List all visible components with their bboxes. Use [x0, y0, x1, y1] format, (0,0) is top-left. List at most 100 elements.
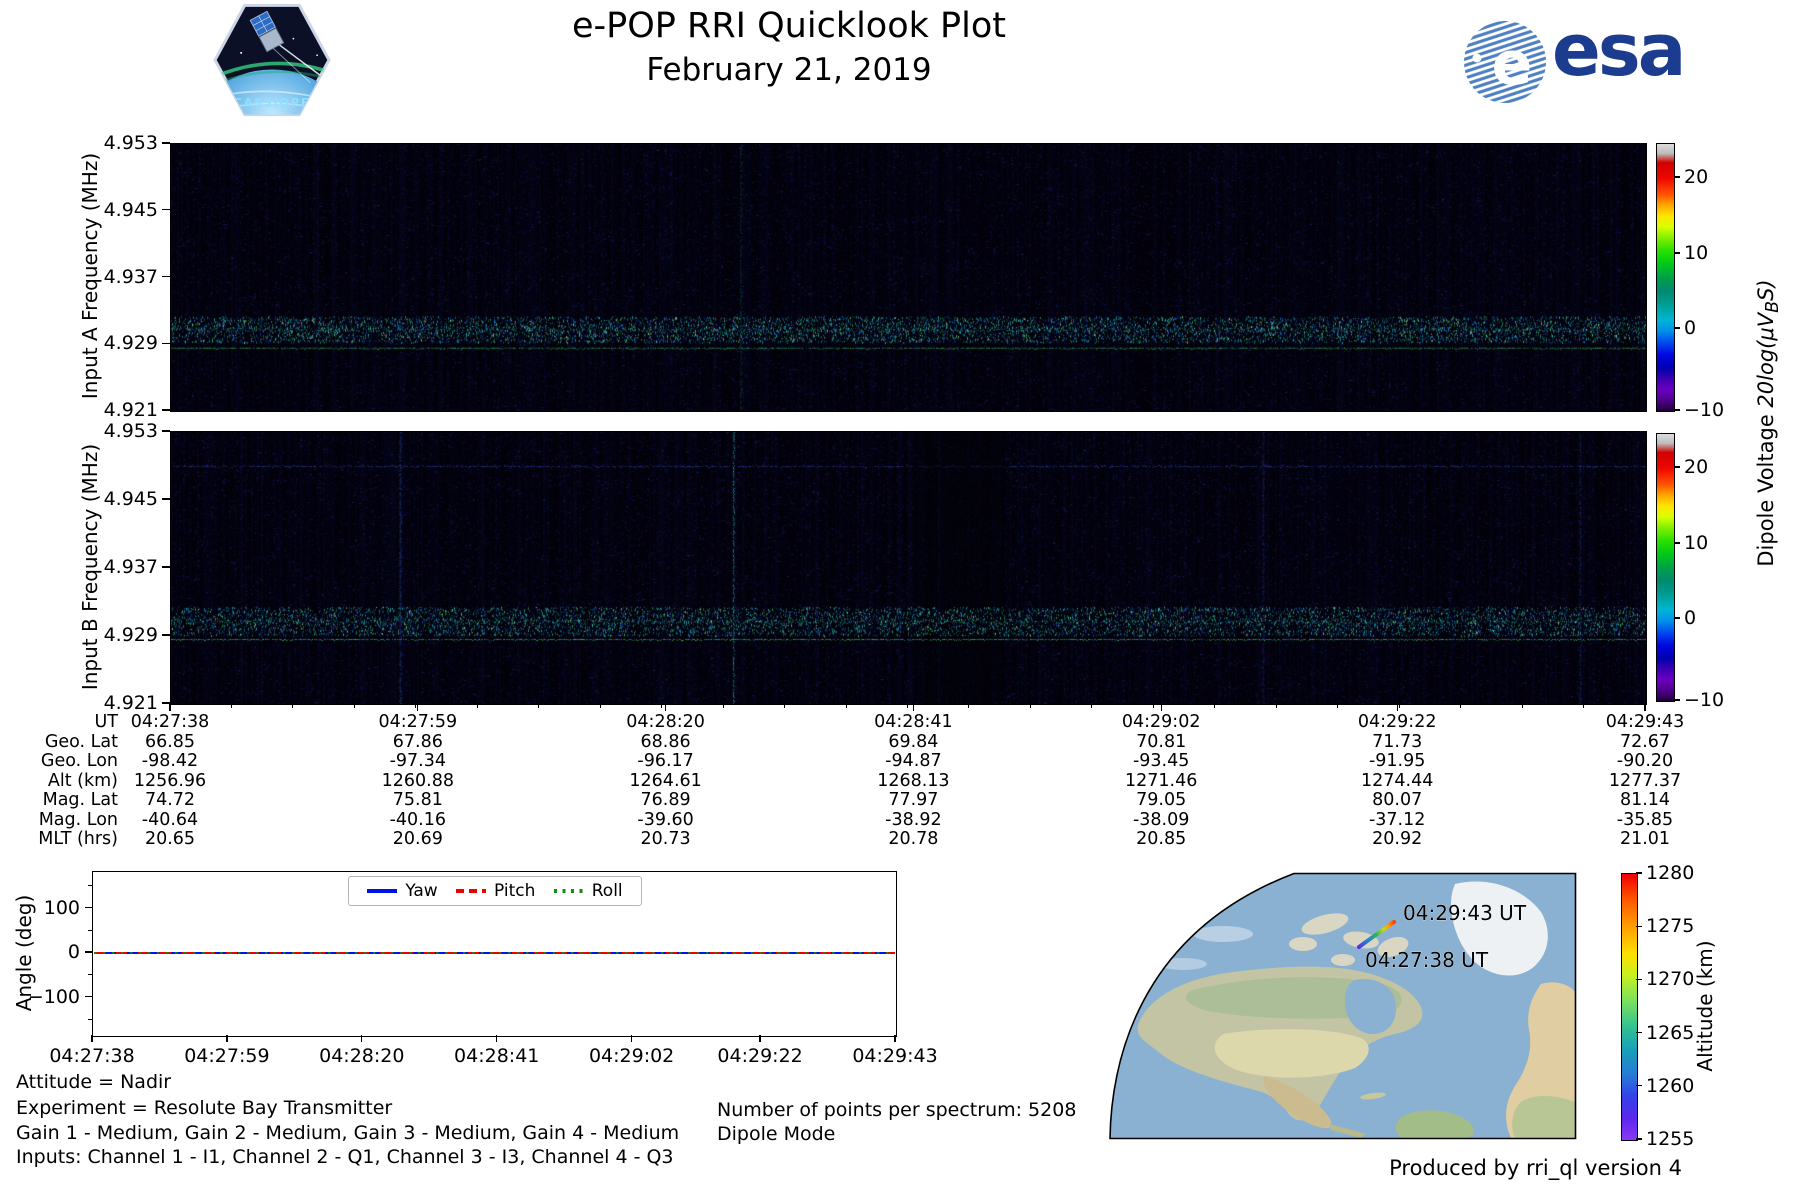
freq-tick-label: 4.937: [103, 556, 158, 578]
time-minor-tick-mark: [538, 704, 540, 708]
ephemeris-cell: 80.07: [1372, 790, 1423, 810]
altitude-tick-label: 1275: [1646, 915, 1695, 938]
colorbar-label-sub: B: [1763, 300, 1784, 313]
freq-tick-label: 4.953: [103, 132, 158, 154]
ephemeris-cell: 71.73: [1372, 731, 1423, 752]
colorbar-dipole-b: [1656, 433, 1675, 702]
ephemeris-cell: -40.64: [141, 809, 199, 830]
ephemeris-cell: 21.01: [1619, 829, 1671, 849]
ephemeris-cell: 69.84: [888, 731, 939, 752]
colorbar-label-suffix: S): [1754, 279, 1778, 301]
angle-y-tick-label: 0: [67, 941, 80, 963]
time-minor-tick-mark: [599, 704, 601, 708]
time-minor-tick-mark: [415, 704, 417, 708]
ephemeris-cell: -38.92: [885, 809, 942, 830]
colorbar-tick-mark: [1674, 327, 1680, 329]
ephemeris-cell: -39.60: [637, 809, 694, 830]
ephemeris-cell: 20.73: [640, 829, 691, 849]
esa-globe-icon: e: [1464, 21, 1546, 103]
roll-line: [94, 952, 895, 954]
time-minor-tick-mark: [353, 704, 355, 708]
pitch-line-swatch: [456, 889, 487, 893]
colorbar-tick-mark: [1674, 252, 1680, 254]
ephemeris-cell: 81.14: [1619, 790, 1671, 810]
altitude-tick-mark: [1636, 1031, 1642, 1034]
freq-tick-mark: [162, 142, 170, 144]
time-minor-tick-mark: [907, 704, 908, 708]
altitude-tick-mark: [1636, 925, 1642, 927]
time-minor-tick-mark: [1091, 704, 1093, 708]
time-tick-mark: [417, 704, 419, 711]
angle-y-tick-label: 100: [43, 896, 80, 919]
spectrogram-input-b: [170, 431, 1647, 705]
attitude-text: Attitude = Nadir: [16, 1071, 172, 1093]
angle-y-minor-tick: [88, 929, 92, 931]
page-date: February 21, 2019: [646, 52, 932, 88]
time-tick-mark: [1644, 704, 1646, 711]
colorbar-label-prefix: Dipole Voltage: [1754, 407, 1778, 567]
time-minor-tick-mark: [1337, 704, 1339, 708]
angle-x-tick-mark: [361, 1035, 363, 1042]
colorbar-tick-mark: [1674, 176, 1680, 178]
freq-tick-mark: [162, 409, 170, 411]
altitude-tick-mark: [1636, 978, 1642, 981]
colorbar-tick-label: −10: [1684, 399, 1725, 421]
time-minor-tick-mark: [1029, 704, 1031, 708]
freq-tick-mark: [162, 430, 170, 432]
ephemeris-cell: 1277.37: [1608, 770, 1682, 791]
ephemeris-cell: -91.95: [1368, 751, 1426, 771]
ephemeris-cell: -37.12: [1368, 809, 1426, 830]
colorbar-label-math: 20log(μV: [1754, 312, 1778, 408]
time-minor-tick-mark: [1583, 704, 1585, 708]
freq-tick-label: 4.945: [103, 198, 158, 221]
time-minor-tick-mark: [784, 704, 786, 708]
altitude-tick-label: 1255: [1646, 1128, 1695, 1150]
produced-by-text: Produced by rri_ql version 4: [1389, 1156, 1682, 1180]
track-end-time-label: 04:29:43 UT: [1403, 901, 1527, 925]
altitude-tick-mark: [1636, 1085, 1642, 1087]
time-minor-tick-mark: [1152, 704, 1154, 708]
legend-label-yaw: Yaw: [405, 881, 438, 901]
angle-y-minor-tick: [88, 885, 92, 887]
colorbar-tick-label: 20: [1684, 165, 1709, 188]
angle-x-tick-mark: [496, 1035, 498, 1042]
ephemeris-cell: 74.72: [144, 790, 196, 810]
experiment-text: Experiment = Resolute Bay Transmitter: [16, 1097, 393, 1119]
altitude-tick-label: 1260: [1646, 1074, 1695, 1097]
time-minor-tick-mark: [1460, 704, 1462, 708]
freq-tick-label: 4.953: [103, 420, 158, 442]
ephemeris-cell: 77.97: [888, 790, 939, 810]
time-minor-tick-mark: [661, 704, 663, 708]
time-minor-tick-mark: [1521, 704, 1523, 708]
time-minor-tick-mark: [476, 704, 478, 708]
time-minor-tick-mark: [1398, 704, 1400, 708]
angle-x-tick-mark: [759, 1035, 761, 1042]
ephemeris-cell: 20.78: [888, 829, 939, 849]
colorbar-tick-label: 10: [1684, 532, 1709, 554]
freq-tick-mark: [162, 342, 170, 344]
angle-x-tick-mark: [894, 1035, 896, 1042]
angle-y-tick-mark: [85, 951, 92, 953]
ephemeris-cell: -90.20: [1616, 751, 1674, 771]
ephemeris-cell: -38.09: [1132, 809, 1190, 830]
inputs-text: Inputs: Channel 1 - I1, Channel 2 - Q1, …: [16, 1146, 674, 1168]
altitude-tick-mark: [1636, 872, 1642, 874]
freq-tick-mark: [162, 634, 170, 636]
angle-y-tick-mark: [85, 995, 92, 998]
colorbar-dipole-a: [1656, 143, 1675, 412]
freq-tick-mark: [162, 566, 170, 568]
ephemeris-cell: -93.45: [1132, 751, 1190, 771]
ephemeris-cell: 04:29:22: [1357, 712, 1437, 732]
cassiope-badge-label: CASSIOPE: [234, 96, 311, 109]
colorbar-tick-mark: [1674, 409, 1680, 411]
time-minor-tick-mark: [968, 704, 970, 708]
colorbar-tick-label: −10: [1684, 689, 1725, 711]
spectrogram-input-a: [170, 143, 1647, 412]
ephemeris-cell: -94.87: [885, 751, 942, 771]
ephemeris-cell: 20.65: [144, 829, 196, 849]
dipole-mode-text: Dipole Mode: [717, 1123, 836, 1145]
freq-tick-label: 4.945: [103, 488, 158, 510]
time-minor-tick-mark: [722, 704, 724, 708]
ephemeris-cell: 1268.13: [877, 770, 950, 791]
ephemeris-cell: 1264.61: [629, 770, 702, 791]
